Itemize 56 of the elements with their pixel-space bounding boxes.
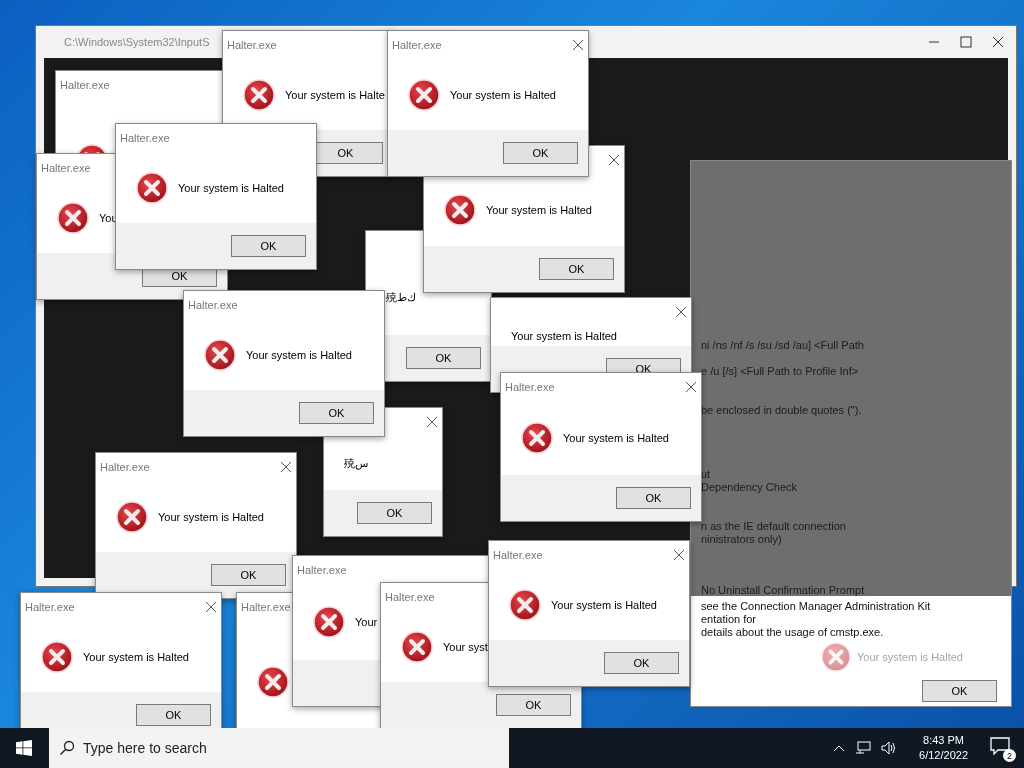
- help-text: n as the IE default connection: [701, 520, 847, 532]
- help-text: details about the usage of cmstp.exe.: [701, 626, 885, 639]
- ok-button[interactable]: OK: [496, 694, 571, 716]
- message-text: Your syst: [443, 640, 488, 653]
- message-text: Your system is Halted: [83, 650, 189, 663]
- message-text: Your system is Halte: [285, 88, 385, 101]
- dialog-title: Halter.exe: [25, 601, 75, 613]
- clock-date[interactable]: 6/12/2022: [919, 748, 968, 763]
- dialog-title: Halter.exe: [227, 39, 277, 51]
- help-text: No Uninstall Confirmation Prompt: [701, 584, 866, 596]
- ok-button[interactable]: OK: [503, 142, 578, 164]
- window-title: C:\Windows\System32\InputS: [64, 36, 210, 48]
- message-text: Your: [355, 616, 378, 628]
- message-text: 殑ﻙﻁ: [386, 289, 416, 305]
- clock-time[interactable]: 8:43 PM: [923, 733, 964, 748]
- message-text: 殑ﺱ: [344, 455, 368, 471]
- notification-count: 2: [1003, 749, 1016, 762]
- message-text: Your system is Halted: [246, 348, 352, 361]
- dialog-title: Halter.exe: [392, 39, 442, 51]
- dialog-title: Halter.exe: [493, 549, 543, 561]
- dialog-title: Halter.exe: [297, 564, 347, 576]
- help-text: entation for: [701, 613, 758, 626]
- ok-button[interactable]: OK: [136, 704, 211, 726]
- dialog-title: Halter.exe: [120, 132, 170, 144]
- ok-button[interactable]: OK: [406, 347, 481, 369]
- help-text: Dependency Check: [701, 481, 798, 493]
- dialog-title: Halter.exe: [100, 461, 150, 473]
- ok-button[interactable]: OK: [604, 652, 679, 674]
- message-text: Your system is Halted: [178, 181, 284, 194]
- message-text: Your system is Halted: [158, 510, 264, 523]
- help-text: be enclosed in double quotes (").: [701, 404, 863, 416]
- message-text: Your system is Halted: [551, 598, 657, 611]
- help-text: see the Connection Manager Administration Kit: [701, 600, 932, 613]
- ok-button[interactable]: OK: [616, 487, 691, 509]
- help-text: ut: [701, 468, 712, 480]
- ok-button[interactable]: OK: [231, 235, 306, 257]
- dialog-title: Halter.exe: [241, 601, 291, 613]
- help-text: e /u [/s] <Full Path to Profile Inf>: [701, 365, 860, 377]
- ok-button[interactable]: OK: [922, 680, 997, 702]
- dialog-title: Halter.exe: [60, 79, 110, 91]
- message-text: Your system is Halted: [511, 330, 617, 342]
- dialog-title: Halter.exe: [505, 381, 555, 393]
- help-text: ninistrators only): [701, 533, 783, 545]
- ok-button[interactable]: OK: [211, 564, 286, 586]
- dialog-title: Halter.exe: [385, 591, 435, 603]
- message-text: Your system is Halted: [486, 204, 592, 216]
- dialog-title: Halter.exe: [188, 299, 238, 311]
- help-text: ni /ns /nf /s /su /sd /au] <Full Path: [701, 339, 865, 351]
- ok-button[interactable]: OK: [299, 402, 374, 424]
- message-text: Your system is Halted: [563, 432, 669, 444]
- ok-button[interactable]: OK: [539, 258, 614, 280]
- message-text: Your system is Halted: [857, 651, 963, 663]
- ok-button[interactable]: OK: [357, 502, 432, 524]
- dialog-title: Halter.exe: [41, 162, 91, 174]
- message-text: Your system is Halted: [450, 88, 556, 101]
- search-field[interactable]: Type here to search: [49, 728, 509, 768]
